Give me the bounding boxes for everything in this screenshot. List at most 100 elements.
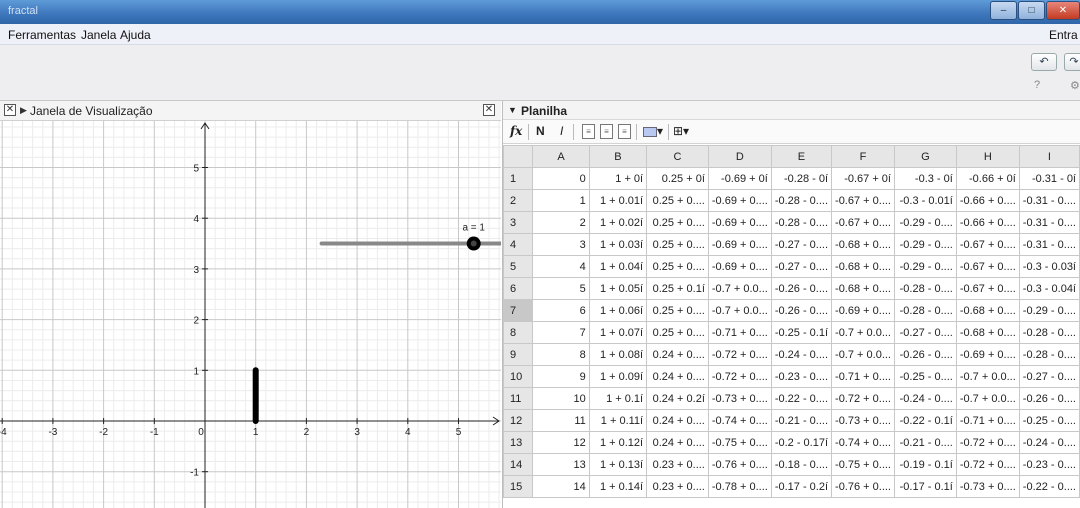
cell-c5[interactable]: 0.25 + 0.... bbox=[646, 255, 709, 278]
cell-c13[interactable]: 0.24 + 0.... bbox=[646, 431, 709, 454]
menu-janela[interactable]: Janela bbox=[81, 28, 116, 42]
collapse-triangle-icon[interactable]: ▼ bbox=[508, 105, 517, 115]
row-header[interactable]: 3 bbox=[502, 211, 534, 234]
cell-d6[interactable]: -0.7 + 0.0... bbox=[707, 277, 772, 300]
cell-i3[interactable]: -0.31 - 0.... bbox=[1018, 211, 1080, 234]
graph-canvas[interactable]: -4-3-2-10123456 654321-1 a = 1 bbox=[0, 121, 501, 508]
cell-g3[interactable]: -0.29 - 0.... bbox=[893, 211, 957, 234]
redo-icon[interactable]: ↷ bbox=[1064, 53, 1080, 71]
row-header[interactable]: 13 bbox=[502, 431, 534, 454]
cell-e8[interactable]: -0.25 - 0.1í bbox=[770, 321, 833, 344]
cell-i5[interactable]: -0.3 - 0.03í bbox=[1018, 255, 1080, 278]
cell-f4[interactable]: -0.68 + 0.... bbox=[831, 233, 895, 256]
cell-c8[interactable]: 0.25 + 0.... bbox=[646, 321, 709, 344]
cell-g14[interactable]: -0.19 - 0.1í bbox=[893, 453, 957, 476]
cell-h15[interactable]: -0.73 + 0.... bbox=[955, 475, 1020, 498]
menu-ajuda[interactable]: Ajuda bbox=[120, 28, 151, 42]
cell-g15[interactable]: -0.17 - 0.1í bbox=[893, 475, 957, 498]
cell-f8[interactable]: -0.7 + 0.0... bbox=[831, 321, 895, 344]
cell-e10[interactable]: -0.23 - 0.... bbox=[770, 365, 833, 388]
cell-d1[interactable]: -0.69 + 0í bbox=[707, 167, 772, 190]
row-header[interactable]: 6 bbox=[502, 277, 534, 300]
cell-f1[interactable]: -0.67 + 0í bbox=[831, 167, 895, 190]
row-header[interactable]: 1 bbox=[502, 167, 534, 190]
cell-c15[interactable]: 0.23 + 0.... bbox=[646, 475, 709, 498]
cell-d11[interactable]: -0.73 + 0.... bbox=[707, 387, 772, 410]
bold-button[interactable]: N bbox=[536, 123, 545, 140]
cell-i4[interactable]: -0.31 - 0.... bbox=[1018, 233, 1080, 256]
cell-f10[interactable]: -0.71 + 0.... bbox=[831, 365, 895, 388]
cell-f13[interactable]: -0.74 + 0.... bbox=[831, 431, 895, 454]
spreadsheet-grid[interactable]: ABCDEFGHI 101 + 0í 0.25 + 0í -0.69 + 0í -0.… bbox=[502, 145, 1080, 498]
cell-e4[interactable]: -0.27 - 0.... bbox=[770, 233, 833, 256]
expand-triangle-icon[interactable]: ▶ bbox=[20, 105, 27, 116]
cell-h8[interactable]: -0.68 + 0.... bbox=[955, 321, 1020, 344]
cell-f14[interactable]: -0.75 + 0.... bbox=[831, 453, 895, 476]
cell-h12[interactable]: -0.71 + 0.... bbox=[955, 409, 1020, 432]
cell-g8[interactable]: -0.27 - 0.... bbox=[893, 321, 957, 344]
cell-d10[interactable]: -0.72 + 0.... bbox=[707, 365, 772, 388]
row-header[interactable]: 14 bbox=[502, 453, 534, 476]
cell-g9[interactable]: -0.26 - 0.... bbox=[893, 343, 957, 366]
cell-h11[interactable]: -0.7 + 0.0... bbox=[955, 387, 1020, 410]
cell-h4[interactable]: -0.67 + 0.... bbox=[955, 233, 1020, 256]
cell-a14[interactable]: 13 bbox=[532, 453, 590, 476]
cell-c12[interactable]: 0.24 + 0.... bbox=[646, 409, 709, 432]
cell-i2[interactable]: -0.31 - 0.... bbox=[1018, 189, 1080, 212]
cell-i11[interactable]: -0.26 - 0.... bbox=[1018, 387, 1080, 410]
cell-a12[interactable]: 11 bbox=[532, 409, 590, 432]
border-icon[interactable]: ⊞▾ bbox=[673, 123, 689, 140]
cell-a11[interactable]: 10 bbox=[532, 387, 590, 410]
cell-f3[interactable]: -0.67 + 0.... bbox=[831, 211, 895, 234]
cell-h3[interactable]: -0.66 + 0.... bbox=[955, 211, 1020, 234]
cell-b3[interactable]: 1 + 0.02í bbox=[588, 211, 648, 234]
cell-i1[interactable]: -0.31 - 0í bbox=[1018, 167, 1080, 190]
cell-f5[interactable]: -0.68 + 0.... bbox=[831, 255, 895, 278]
cell-c7[interactable]: 0.25 + 0.... bbox=[646, 299, 709, 322]
row-header[interactable]: 10 bbox=[502, 365, 534, 388]
cell-c10[interactable]: 0.24 + 0.... bbox=[646, 365, 709, 388]
cell-a10[interactable]: 9 bbox=[532, 365, 590, 388]
cell-e7[interactable]: -0.26 - 0.... bbox=[770, 299, 833, 322]
cell-f9[interactable]: -0.7 + 0.0... bbox=[831, 343, 895, 366]
cell-a7[interactable]: 6 bbox=[532, 299, 590, 322]
cell-g5[interactable]: -0.29 - 0.... bbox=[893, 255, 957, 278]
cell-e11[interactable]: -0.22 - 0.... bbox=[770, 387, 833, 410]
cell-b11[interactable]: 1 + 0.1í bbox=[588, 387, 648, 410]
cell-e3[interactable]: -0.28 - 0.... bbox=[770, 211, 833, 234]
row-header[interactable]: 2 bbox=[502, 189, 534, 212]
cell-f15[interactable]: -0.76 + 0.... bbox=[831, 475, 895, 498]
cell-a4[interactable]: 3 bbox=[532, 233, 590, 256]
cell-e1[interactable]: -0.28 - 0í bbox=[770, 167, 833, 190]
cell-d13[interactable]: -0.75 + 0.... bbox=[707, 431, 772, 454]
cell-b4[interactable]: 1 + 0.03í bbox=[588, 233, 648, 256]
cell-g7[interactable]: -0.28 - 0.... bbox=[893, 299, 957, 322]
cell-h13[interactable]: -0.72 + 0.... bbox=[955, 431, 1020, 454]
cell-c6[interactable]: 0.25 + 0.1í bbox=[646, 277, 709, 300]
cell-g12[interactable]: -0.22 - 0.1í bbox=[893, 409, 957, 432]
gear-icon[interactable]: ⚙ bbox=[1070, 79, 1080, 92]
help-icon[interactable]: ? bbox=[1034, 79, 1040, 91]
column-header-a[interactable]: A bbox=[532, 145, 590, 168]
cell-b5[interactable]: 1 + 0.04í bbox=[588, 255, 648, 278]
column-header-g[interactable]: G bbox=[893, 145, 957, 168]
cell-g10[interactable]: -0.25 - 0.... bbox=[893, 365, 957, 388]
cell-g1[interactable]: -0.3 - 0í bbox=[893, 167, 957, 190]
close-graphics-icon[interactable]: ✕ bbox=[483, 104, 495, 116]
cell-i12[interactable]: -0.25 - 0.... bbox=[1018, 409, 1080, 432]
cell-e13[interactable]: -0.2 - 0.17í bbox=[770, 431, 833, 454]
background-color-icon[interactable]: ▾ bbox=[643, 123, 663, 140]
cell-e9[interactable]: -0.24 - 0.... bbox=[770, 343, 833, 366]
menu-ferramentas[interactable]: Ferramentas bbox=[8, 28, 76, 42]
corner-cell[interactable] bbox=[502, 145, 534, 168]
cell-g4[interactable]: -0.29 - 0.... bbox=[893, 233, 957, 256]
cell-e15[interactable]: -0.17 - 0.2í bbox=[770, 475, 833, 498]
align-right-icon[interactable]: ≡ bbox=[618, 124, 631, 139]
cell-b1[interactable]: 1 + 0í bbox=[588, 167, 648, 190]
cell-a5[interactable]: 4 bbox=[532, 255, 590, 278]
cell-e5[interactable]: -0.27 - 0.... bbox=[770, 255, 833, 278]
cell-d9[interactable]: -0.72 + 0.... bbox=[707, 343, 772, 366]
cell-d3[interactable]: -0.69 + 0.... bbox=[707, 211, 772, 234]
row-header[interactable]: 5 bbox=[502, 255, 534, 278]
column-header-b[interactable]: B bbox=[588, 145, 648, 168]
